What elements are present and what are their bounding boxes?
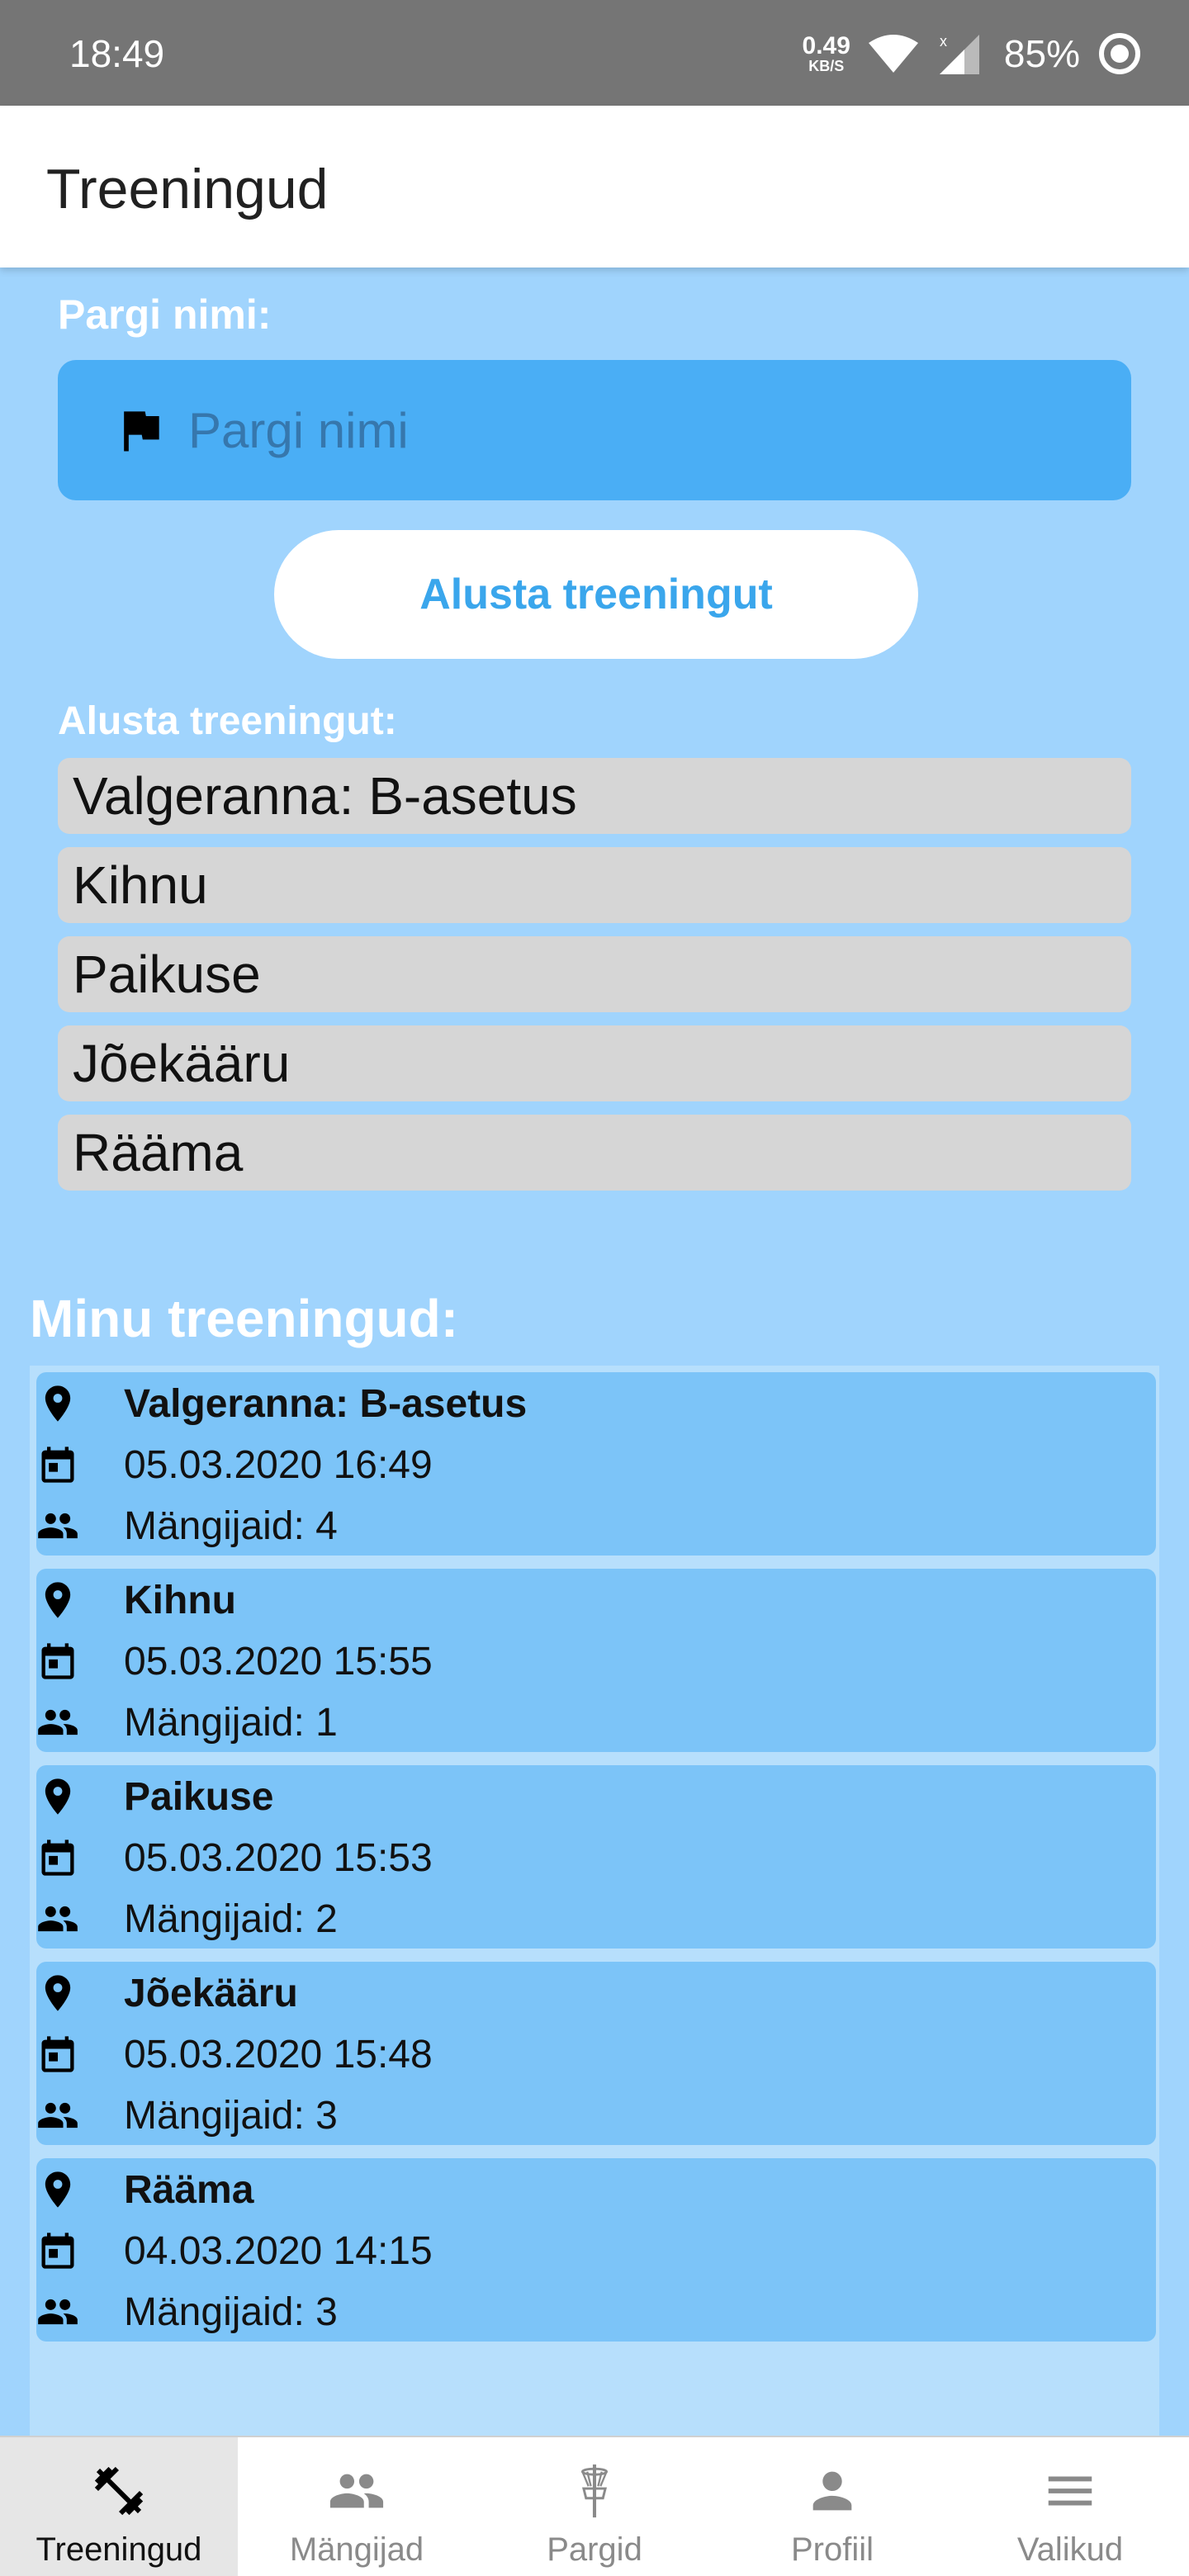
nav-item-profiil[interactable]: Profiil — [713, 2437, 951, 2576]
people-icon — [38, 1513, 78, 1539]
card-park-row: Paikuse — [36, 1772, 273, 1821]
bottom-navigation: Treeningud Mängijad Pargid Profiil Valik… — [0, 2436, 1189, 2576]
svg-text:x: x — [940, 33, 947, 50]
suggestion-item[interactable]: Rääma — [58, 1115, 1131, 1191]
card-date-row: 05.03.2020 15:55 — [36, 1636, 433, 1686]
card-players-row: Mängijaid: 1 — [36, 1698, 338, 1747]
status-icons: 0.49 KB/S x 85% — [803, 25, 1143, 83]
calendar-icon — [41, 2036, 74, 2072]
status-bar: 18:49 0.49 KB/S x 85% — [0, 0, 1189, 106]
card-park-row: Kihnu — [36, 1575, 236, 1625]
start-training-label: Alusta treeningut: — [58, 699, 397, 743]
cell-signal-icon: x — [939, 33, 979, 74]
park-name-label: Pargi nimi: — [58, 291, 272, 338]
suggestion-item[interactable]: Paikuse — [58, 936, 1131, 1012]
people-icon — [329, 2474, 384, 2508]
card-date-row: 04.03.2020 14:15 — [36, 2226, 433, 2275]
nav-label: Treeningud — [36, 2531, 202, 2568]
location-pin-icon — [45, 1385, 71, 1422]
person-icon — [812, 2471, 852, 2511]
people-icon — [38, 2102, 78, 2129]
card-date-row: 05.03.2020 16:49 — [36, 1440, 433, 1489]
battery-saver-icon — [1099, 33, 1140, 74]
battery-level: 85% — [1003, 32, 1080, 75]
location-pin-icon — [45, 1975, 71, 2011]
card-park-name: Kihnu — [124, 1578, 236, 1622]
dumbbell-icon — [94, 2466, 144, 2516]
card-players: Mängijaid: 4 — [124, 1503, 338, 1548]
nav-item-mangijad[interactable]: Mängijad — [238, 2437, 476, 2576]
page-title: Treeningud — [46, 158, 329, 220]
card-park-name: Jõekääru — [124, 1971, 298, 2015]
card-park-row: Valgeranna: B-asetus — [36, 1379, 527, 1428]
card-players: Mängijaid: 1 — [124, 1700, 338, 1745]
card-park-name: Rääma — [124, 2167, 254, 2212]
card-date-row: 05.03.2020 15:53 — [36, 1833, 433, 1882]
wifi-icon — [868, 35, 918, 73]
card-players-row: Mängijaid: 3 — [36, 2091, 338, 2140]
card-date: 05.03.2020 15:48 — [124, 2032, 433, 2076]
calendar-icon — [41, 1643, 74, 1679]
training-card[interactable]: Kihnu 05.03.2020 15:55 Mängijaid: 1 — [36, 1569, 1156, 1752]
calendar-icon — [41, 2233, 74, 2269]
card-date: 05.03.2020 15:53 — [124, 1835, 433, 1880]
flag-icon — [124, 411, 159, 452]
nav-label: Profiil — [790, 2531, 874, 2568]
people-icon — [38, 1709, 78, 1735]
disc-basket-icon — [580, 2464, 609, 2518]
nav-label: Valikud — [1016, 2531, 1124, 2568]
menu-icon — [1048, 2476, 1092, 2506]
location-pin-icon — [45, 1582, 71, 1618]
card-park-row: Rääma — [36, 2165, 253, 2214]
suggestion-item[interactable]: Valgeranna: B-asetus — [58, 758, 1131, 834]
suggestion-item[interactable]: Jõekääru — [58, 1025, 1131, 1101]
training-card[interactable]: Jõekääru 05.03.2020 15:48 Mängijaid: 3 — [36, 1962, 1156, 2145]
nav-label: Mängijad — [289, 2531, 424, 2568]
card-park-name: Paikuse — [124, 1774, 274, 1819]
location-pin-icon — [45, 1778, 71, 1815]
my-trainings-title: Minu treeningud: — [30, 1289, 459, 1348]
card-park-row: Jõekääru — [36, 1968, 298, 2018]
card-players: Mängijaid: 3 — [124, 2093, 338, 2138]
card-date: 05.03.2020 16:49 — [124, 1442, 433, 1487]
park-name-input[interactable] — [188, 401, 1014, 459]
people-icon — [38, 1906, 78, 1932]
card-park-name: Valgeranna: B-asetus — [124, 1381, 528, 1426]
card-date: 05.03.2020 15:55 — [124, 1639, 433, 1683]
card-date: 04.03.2020 14:15 — [124, 2228, 433, 2273]
card-players-row: Mängijaid: 4 — [36, 1501, 338, 1551]
nav-label: Pargid — [547, 2531, 642, 2568]
start-training-button[interactable]: Alusta treeningut — [274, 530, 918, 659]
app-bar: Treeningud — [0, 106, 1189, 268]
nav-item-treeningud[interactable]: Treeningud — [0, 2437, 238, 2576]
location-pin-icon — [45, 2171, 71, 2208]
training-card[interactable]: Rääma 04.03.2020 14:15 Mängijaid: 3 — [36, 2158, 1156, 2342]
nav-item-valikud[interactable]: Valikud — [951, 2437, 1189, 2576]
nav-item-pargid[interactable]: Pargid — [476, 2437, 713, 2576]
net-speed-value: 0.49 — [802, 32, 850, 59]
calendar-icon — [41, 1447, 74, 1483]
net-speed-unit: KB/S — [808, 58, 845, 74]
card-players-row: Mängijaid: 2 — [36, 1894, 338, 1944]
calendar-icon — [41, 1840, 74, 1876]
net-speed: 0.49 KB/S — [802, 32, 850, 74]
card-date-row: 05.03.2020 15:48 — [36, 2029, 433, 2079]
card-players-row: Mängijaid: 3 — [36, 2287, 338, 2337]
park-name-field[interactable] — [58, 360, 1131, 500]
card-players: Mängijaid: 3 — [124, 2290, 338, 2334]
status-time: 18:49 — [69, 32, 165, 75]
suggestion-item[interactable]: Kihnu — [58, 847, 1131, 923]
training-card[interactable]: Valgeranna: B-asetus 05.03.2020 16:49 Mä… — [36, 1372, 1156, 1556]
people-icon — [38, 2299, 78, 2325]
card-players: Mängijaid: 2 — [124, 1896, 338, 1941]
training-card[interactable]: Paikuse 05.03.2020 15:53 Mängijaid: 2 — [36, 1765, 1156, 1949]
